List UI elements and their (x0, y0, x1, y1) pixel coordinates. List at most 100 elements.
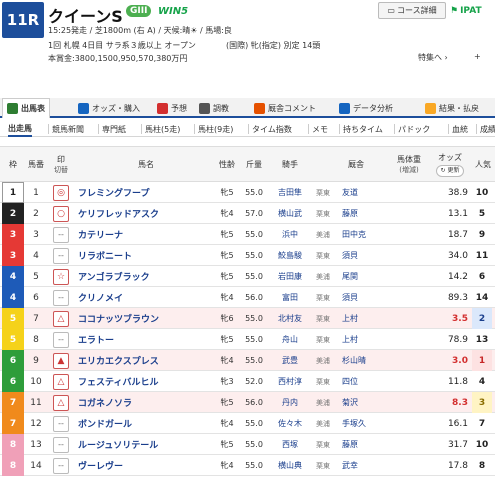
jockey-link[interactable]: 丹内 (272, 392, 308, 413)
jockey-link[interactable]: 西塚 (272, 434, 308, 455)
odds-cell[interactable]: 38.9 (430, 182, 468, 203)
tab-5[interactable]: データ分析 (335, 98, 397, 118)
mark-cell[interactable]: ▲ (49, 350, 73, 371)
refresh-button[interactable]: ↻ 更新 (435, 165, 465, 177)
odds-cell[interactable]: 89.3 (430, 287, 468, 308)
odds-cell[interactable]: 78.9 (430, 329, 468, 350)
plus-icon[interactable]: + (474, 52, 481, 61)
tab-0[interactable]: 出馬表 (2, 98, 50, 118)
horse-name-link[interactable]: ルージュソリテール (78, 434, 214, 455)
jockey-link[interactable]: 北村友 (272, 308, 308, 329)
jockey-link[interactable]: 吉田隼 (272, 182, 308, 203)
trainer-link[interactable]: 藤原 (342, 203, 394, 224)
course-detail-button[interactable]: ▭ コース詳細 (378, 2, 446, 19)
mark-cell[interactable]: △ (49, 392, 73, 413)
trainer-link[interactable]: 上村 (342, 308, 394, 329)
trainer-link[interactable]: 四位 (342, 371, 394, 392)
odds-cell[interactable]: 14.2 (430, 266, 468, 287)
mark-cell[interactable]: ☆ (49, 266, 73, 287)
odds-cell[interactable]: 3.5 (430, 308, 468, 329)
odds-cell[interactable]: 11.8 (430, 371, 468, 392)
horse-name-link[interactable]: ケリフレッドアスク (78, 203, 214, 224)
horse-name-link[interactable]: エラトー (78, 329, 214, 350)
trainer-link[interactable]: 尾関 (342, 266, 394, 287)
jockey-link[interactable]: 鮫島駿 (272, 245, 308, 266)
mark-selector[interactable]: -- (53, 415, 69, 432)
mark-selector[interactable]: ☆ (53, 268, 69, 285)
tab-2[interactable]: 予想 (153, 98, 191, 118)
mark-cell[interactable]: -- (49, 434, 73, 455)
subtab-8[interactable]: パドック (398, 121, 430, 137)
tab-6[interactable]: 結果・払戻 (421, 98, 483, 118)
mark-selector[interactable]: -- (53, 436, 69, 453)
subtab-9[interactable]: 血統 (452, 121, 468, 137)
trainer-link[interactable]: 須貝 (342, 245, 394, 266)
mark-selector[interactable]: ○ (53, 205, 69, 222)
subtab-10[interactable]: 成績 (480, 121, 495, 137)
odds-cell[interactable]: 34.0 (430, 245, 468, 266)
col-mark[interactable]: 印 切替 (49, 147, 73, 183)
jockey-link[interactable]: 富田 (272, 287, 308, 308)
jockey-link[interactable]: 佐々木 (272, 413, 308, 434)
odds-cell[interactable]: 18.7 (430, 224, 468, 245)
mark-selector[interactable]: ◎ (53, 184, 69, 201)
subtab-0[interactable]: 出走馬 (8, 121, 32, 137)
horse-name-link[interactable]: ヴーレヴー (78, 455, 214, 476)
jockey-link[interactable]: 西村淳 (272, 371, 308, 392)
trainer-link[interactable]: 武幸 (342, 455, 394, 476)
trainer-link[interactable]: 菊沢 (342, 392, 394, 413)
tab-1[interactable]: オッズ・購入 (74, 98, 144, 118)
subtab-2[interactable]: 専門紙 (102, 121, 126, 137)
horse-name-link[interactable]: ココナッツブラウン (78, 308, 214, 329)
ipat-button[interactable]: ⚑ IPAT (450, 2, 495, 19)
jockey-link[interactable]: 武豊 (272, 350, 308, 371)
subtab-6[interactable]: メモ (312, 121, 328, 137)
horse-name-link[interactable]: フレミングフープ (78, 182, 214, 203)
mark-cell[interactable]: ◎ (49, 182, 73, 203)
horse-name-link[interactable]: コガネノソラ (78, 392, 214, 413)
odds-cell[interactable]: 31.7 (430, 434, 468, 455)
trainer-link[interactable]: 手塚久 (342, 413, 394, 434)
horse-name-link[interactable]: カテリーナ (78, 224, 214, 245)
mark-selector[interactable]: -- (53, 247, 69, 264)
odds-cell[interactable]: 13.1 (430, 203, 468, 224)
mark-selector[interactable]: -- (53, 226, 69, 243)
horse-name-link[interactable]: ボンドガール (78, 413, 214, 434)
odds-cell[interactable]: 16.1 (430, 413, 468, 434)
trainer-link[interactable]: 藤原 (342, 434, 394, 455)
mark-cell[interactable]: △ (49, 308, 73, 329)
subtab-7[interactable]: 持ちタイム (343, 121, 383, 137)
trainer-link[interactable]: 友道 (342, 182, 394, 203)
mark-selector[interactable]: △ (53, 373, 69, 390)
jockey-link[interactable]: 浜中 (272, 224, 308, 245)
horse-name-link[interactable]: エリカエクスプレス (78, 350, 214, 371)
mark-cell[interactable]: △ (49, 371, 73, 392)
mark-selector[interactable]: △ (53, 394, 69, 411)
horse-name-link[interactable]: クリノメイ (78, 287, 214, 308)
mark-selector[interactable]: -- (53, 289, 69, 306)
featured-link[interactable]: 特集へ › (418, 52, 448, 63)
jockey-link[interactable]: 舟山 (272, 329, 308, 350)
subtab-3[interactable]: 馬柱(5走) (145, 121, 180, 137)
trainer-link[interactable]: 上村 (342, 329, 394, 350)
odds-cell[interactable]: 3.0 (430, 350, 468, 371)
mark-selector[interactable]: -- (53, 457, 69, 474)
trainer-link[interactable]: 田中克 (342, 224, 394, 245)
jockey-link[interactable]: 横山典 (272, 455, 308, 476)
mark-cell[interactable]: -- (49, 413, 73, 434)
subtab-1[interactable]: 競馬新聞 (52, 121, 84, 137)
mark-cell[interactable]: -- (49, 224, 73, 245)
horse-name-link[interactable]: フェスティバルヒル (78, 371, 214, 392)
trainer-link[interactable]: 杉山晴 (342, 350, 394, 371)
mark-cell[interactable]: ○ (49, 203, 73, 224)
subtab-4[interactable]: 馬柱(9走) (198, 121, 233, 137)
horse-name-link[interactable]: リラボニート (78, 245, 214, 266)
jockey-link[interactable]: 岩田康 (272, 266, 308, 287)
tab-4[interactable]: 厩舎コメント (250, 98, 320, 118)
mark-selector[interactable]: △ (53, 310, 69, 327)
mark-cell[interactable]: -- (49, 329, 73, 350)
mark-cell[interactable]: -- (49, 455, 73, 476)
trainer-link[interactable]: 須貝 (342, 287, 394, 308)
odds-cell[interactable]: 17.8 (430, 455, 468, 476)
odds-cell[interactable]: 8.3 (430, 392, 468, 413)
